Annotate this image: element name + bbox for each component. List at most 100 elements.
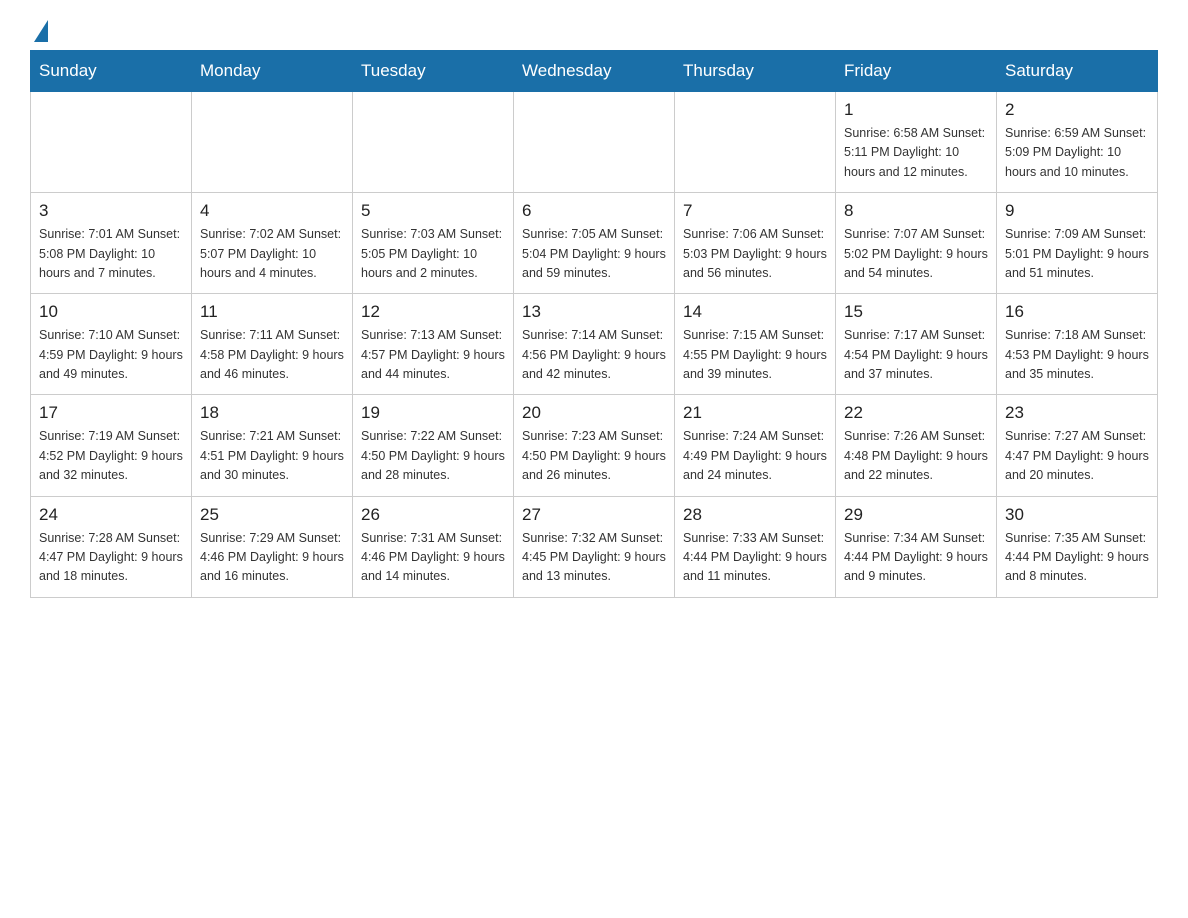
day-number: 4 [200, 201, 344, 221]
calendar-cell: 25 Sunrise: 7:29 AM Sunset: 4:46 PM Dayli… [192, 496, 353, 597]
day-number: 19 [361, 403, 505, 423]
day-info: Sunrise: 7:31 AM Sunset: 4:46 PM Dayligh… [361, 529, 505, 587]
calendar-body: 1 Sunrise: 6:58 AM Sunset: 5:11 PM Daylig… [31, 92, 1158, 598]
day-info: Sunrise: 7:05 AM Sunset: 5:04 PM Dayligh… [522, 225, 666, 283]
day-info: Sunrise: 7:10 AM Sunset: 4:59 PM Dayligh… [39, 326, 183, 384]
header-day-saturday: Saturday [997, 51, 1158, 92]
day-number: 5 [361, 201, 505, 221]
day-number: 1 [844, 100, 988, 120]
calendar-cell: 24 Sunrise: 7:28 AM Sunset: 4:47 PM Dayli… [31, 496, 192, 597]
calendar-cell: 12Sunrise: 7:13 AM Sunset: 4:57 PM Dayli… [353, 294, 514, 395]
day-info: Sunrise: 7:34 AM Sunset: 4:44 PM Dayligh… [844, 529, 988, 587]
calendar-cell: 7 Sunrise: 7:06 AM Sunset: 5:03 PM Daylig… [675, 193, 836, 294]
day-info: Sunrise: 7:01 AM Sunset: 5:08 PM Dayligh… [39, 225, 183, 283]
day-info: Sunrise: 6:59 AM Sunset: 5:09 PM Dayligh… [1005, 124, 1149, 182]
day-info: Sunrise: 7:06 AM Sunset: 5:03 PM Dayligh… [683, 225, 827, 283]
calendar-cell [192, 92, 353, 193]
day-number: 28 [683, 505, 827, 525]
day-info: Sunrise: 7:14 AM Sunset: 4:56 PM Dayligh… [522, 326, 666, 384]
calendar-cell [353, 92, 514, 193]
calendar-cell: 1 Sunrise: 6:58 AM Sunset: 5:11 PM Daylig… [836, 92, 997, 193]
header-day-monday: Monday [192, 51, 353, 92]
calendar-cell: 29 Sunrise: 7:34 AM Sunset: 4:44 PM Dayli… [836, 496, 997, 597]
calendar-cell [31, 92, 192, 193]
day-number: 13 [522, 302, 666, 322]
day-number: 23 [1005, 403, 1149, 423]
calendar-cell: 13 Sunrise: 7:14 AM Sunset: 4:56 PM Dayli… [514, 294, 675, 395]
day-info: Sunrise: 7:26 AM Sunset: 4:48 PM Dayligh… [844, 427, 988, 485]
week-row-2: 3 Sunrise: 7:01 AM Sunset: 5:08 PM Daylig… [31, 193, 1158, 294]
calendar-cell [514, 92, 675, 193]
day-number: 24 [39, 505, 183, 525]
day-number: 27 [522, 505, 666, 525]
header-day-friday: Friday [836, 51, 997, 92]
day-number: 17 [39, 403, 183, 423]
day-info: Sunrise: 7:15 AM Sunset: 4:55 PM Dayligh… [683, 326, 827, 384]
calendar-cell: 20Sunrise: 7:23 AM Sunset: 4:50 PM Dayli… [514, 395, 675, 496]
day-number: 10 [39, 302, 183, 322]
day-number: 30 [1005, 505, 1149, 525]
calendar-cell: 3 Sunrise: 7:01 AM Sunset: 5:08 PM Daylig… [31, 193, 192, 294]
day-number: 12 [361, 302, 505, 322]
calendar-cell: 21 Sunrise: 7:24 AM Sunset: 4:49 PM Dayli… [675, 395, 836, 496]
calendar-cell: 16 Sunrise: 7:18 AM Sunset: 4:53 PM Dayli… [997, 294, 1158, 395]
day-info: Sunrise: 7:09 AM Sunset: 5:01 PM Dayligh… [1005, 225, 1149, 283]
day-number: 29 [844, 505, 988, 525]
calendar-header: SundayMondayTuesdayWednesdayThursdayFrid… [31, 51, 1158, 92]
logo [30, 20, 50, 40]
day-info: Sunrise: 7:29 AM Sunset: 4:46 PM Dayligh… [200, 529, 344, 587]
day-info: Sunrise: 7:24 AM Sunset: 4:49 PM Dayligh… [683, 427, 827, 485]
day-info: Sunrise: 7:21 AM Sunset: 4:51 PM Dayligh… [200, 427, 344, 485]
calendar-cell: 2 Sunrise: 6:59 AM Sunset: 5:09 PM Daylig… [997, 92, 1158, 193]
day-number: 8 [844, 201, 988, 221]
day-number: 16 [1005, 302, 1149, 322]
day-info: Sunrise: 7:03 AM Sunset: 5:05 PM Dayligh… [361, 225, 505, 283]
day-number: 18 [200, 403, 344, 423]
day-number: 25 [200, 505, 344, 525]
day-info: Sunrise: 7:19 AM Sunset: 4:52 PM Dayligh… [39, 427, 183, 485]
day-number: 3 [39, 201, 183, 221]
day-info: Sunrise: 7:22 AM Sunset: 4:50 PM Dayligh… [361, 427, 505, 485]
day-info: Sunrise: 7:28 AM Sunset: 4:47 PM Dayligh… [39, 529, 183, 587]
calendar-cell: 23 Sunrise: 7:27 AM Sunset: 4:47 PM Dayli… [997, 395, 1158, 496]
day-number: 20 [522, 403, 666, 423]
header-day-wednesday: Wednesday [514, 51, 675, 92]
day-info: Sunrise: 7:07 AM Sunset: 5:02 PM Dayligh… [844, 225, 988, 283]
day-number: 21 [683, 403, 827, 423]
day-info: Sunrise: 6:58 AM Sunset: 5:11 PM Dayligh… [844, 124, 988, 182]
calendar-cell: 30Sunrise: 7:35 AM Sunset: 4:44 PM Dayli… [997, 496, 1158, 597]
week-row-4: 17 Sunrise: 7:19 AM Sunset: 4:52 PM Dayli… [31, 395, 1158, 496]
day-info: Sunrise: 7:33 AM Sunset: 4:44 PM Dayligh… [683, 529, 827, 587]
day-info: Sunrise: 7:27 AM Sunset: 4:47 PM Dayligh… [1005, 427, 1149, 485]
day-number: 9 [1005, 201, 1149, 221]
week-row-1: 1 Sunrise: 6:58 AM Sunset: 5:11 PM Daylig… [31, 92, 1158, 193]
calendar-cell: 15 Sunrise: 7:17 AM Sunset: 4:54 PM Dayli… [836, 294, 997, 395]
day-info: Sunrise: 7:17 AM Sunset: 4:54 PM Dayligh… [844, 326, 988, 384]
calendar-cell: 19 Sunrise: 7:22 AM Sunset: 4:50 PM Dayli… [353, 395, 514, 496]
calendar-cell: 4 Sunrise: 7:02 AM Sunset: 5:07 PM Daylig… [192, 193, 353, 294]
day-number: 22 [844, 403, 988, 423]
calendar-cell: 9 Sunrise: 7:09 AM Sunset: 5:01 PM Daylig… [997, 193, 1158, 294]
calendar-cell: 28 Sunrise: 7:33 AM Sunset: 4:44 PM Dayli… [675, 496, 836, 597]
page-header [30, 20, 1158, 40]
day-info: Sunrise: 7:02 AM Sunset: 5:07 PM Dayligh… [200, 225, 344, 283]
calendar-cell: 27 Sunrise: 7:32 AM Sunset: 4:45 PM Dayli… [514, 496, 675, 597]
day-number: 15 [844, 302, 988, 322]
calendar-cell: 22 Sunrise: 7:26 AM Sunset: 4:48 PM Dayli… [836, 395, 997, 496]
day-number: 2 [1005, 100, 1149, 120]
day-number: 26 [361, 505, 505, 525]
calendar-cell: 10 Sunrise: 7:10 AM Sunset: 4:59 PM Dayli… [31, 294, 192, 395]
week-row-5: 24 Sunrise: 7:28 AM Sunset: 4:47 PM Dayli… [31, 496, 1158, 597]
header-day-sunday: Sunday [31, 51, 192, 92]
day-number: 6 [522, 201, 666, 221]
day-info: Sunrise: 7:11 AM Sunset: 4:58 PM Dayligh… [200, 326, 344, 384]
day-info: Sunrise: 7:32 AM Sunset: 4:45 PM Dayligh… [522, 529, 666, 587]
week-row-3: 10 Sunrise: 7:10 AM Sunset: 4:59 PM Dayli… [31, 294, 1158, 395]
header-row: SundayMondayTuesdayWednesdayThursdayFrid… [31, 51, 1158, 92]
day-info: Sunrise: 7:18 AM Sunset: 4:53 PM Dayligh… [1005, 326, 1149, 384]
calendar-cell: 18 Sunrise: 7:21 AM Sunset: 4:51 PM Dayli… [192, 395, 353, 496]
day-number: 7 [683, 201, 827, 221]
calendar-cell: 11Sunrise: 7:11 AM Sunset: 4:58 PM Dayli… [192, 294, 353, 395]
calendar-cell [675, 92, 836, 193]
logo-triangle-icon [34, 20, 48, 42]
